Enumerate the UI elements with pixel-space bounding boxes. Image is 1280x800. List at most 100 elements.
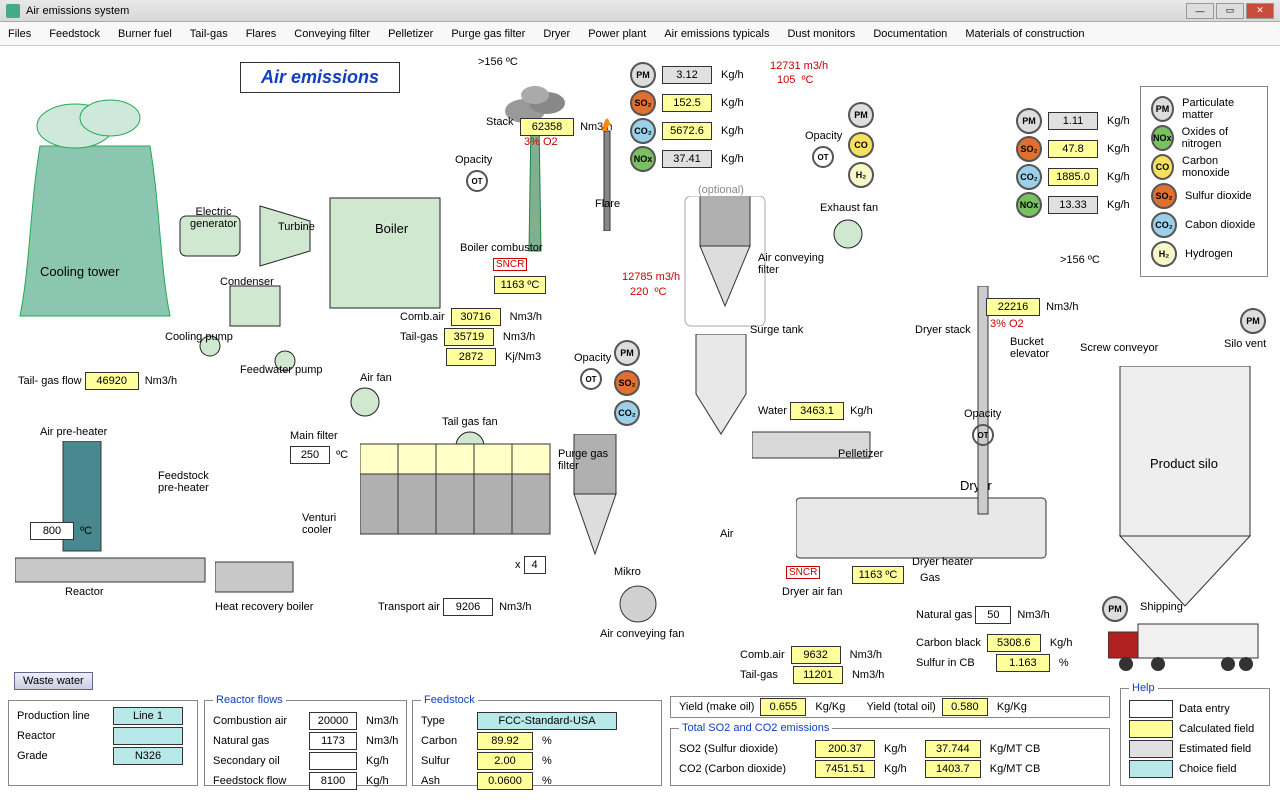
mainfilter-mult[interactable]: 4 [524,556,546,574]
stack-pm: 3.12 [662,66,712,84]
generator-label: Electric generator [190,206,237,230]
so2-icon: SO₂ [630,90,656,116]
cooling-tower-label: Cooling tower [40,264,120,279]
dryer-flow: 22216 [986,298,1040,316]
water-flow: 3463.1 [790,402,844,420]
dryer-tailgas: 11201 [793,666,843,684]
exhaust-fan-label: Exhaust fan [820,202,878,214]
opacity-label-4: Opacity [964,408,1001,420]
menu-power[interactable]: Power plant [588,28,646,40]
close-button[interactable]: ✕ [1246,3,1274,19]
dryer-airfan-label: Dryer air fan [782,586,843,598]
page-title: Air emissions [240,62,400,93]
so2-icon-2: SO₂ [614,370,640,396]
pm-icon: PM [630,62,656,88]
feedstock-ash: 0.0600 [477,772,533,790]
rf-secoil[interactable] [309,752,357,770]
dryer-so2: 47.8 [1048,140,1098,158]
optional-label: (optional) [698,184,744,196]
window-title: Air emissions system [26,5,129,17]
reactor-temp[interactable]: 800 [30,522,74,540]
dryer-top-temp: >156 ºC [1060,254,1100,266]
carbon-black: 5308.6 [987,634,1041,652]
reactor-choice[interactable] [113,727,183,745]
totals-panel: Total SO2 and CO2 emissions SO2 (Sulfur … [670,722,1110,786]
menu-materials[interactable]: Materials of construction [965,28,1084,40]
stack-icon [505,81,565,261]
dryer-temp: 1163 ºC [852,566,904,584]
nox-icon: NOx [630,146,656,172]
title-bar: Air emissions system — ▭ ✕ [0,0,1280,22]
dryer-nox: 13.33 [1048,196,1098,214]
boiler-combustor-label: Boiler combustor [460,242,543,254]
main-filter-label: Main filter [290,430,338,442]
stack-flow: 62358 [520,118,574,136]
menu-dryer[interactable]: Dryer [543,28,570,40]
menu-purge[interactable]: Purge gas filter [451,28,525,40]
production-line[interactable]: Line 1 [113,707,183,725]
screw-label: Screw conveyor [1080,342,1158,354]
mikro-icon [616,582,662,628]
exhaust-fan-icon [828,216,868,252]
transport-air[interactable]: 9206 [443,598,493,616]
bucket-label: Bucket elevator [1010,336,1049,360]
air-fan-icon [345,384,385,420]
menu-tailgas[interactable]: Tail-gas [190,28,228,40]
hrb-label: Heat recovery boiler [215,601,313,613]
co2-icon: CO₂ [630,118,656,144]
rf-combair[interactable]: 20000 [309,712,357,730]
opacity-label-3: Opacity [805,130,842,142]
main-filter-icon [360,434,560,574]
diagram-canvas: Air emissions Cooling tower Electric gen… [0,46,1280,800]
feedstock-sulfur: 2.00 [477,752,533,770]
yield-makeoil: 0.655 [760,698,806,716]
boiler-label: Boiler [375,221,408,236]
menu-convfilter[interactable]: Conveying filter [294,28,370,40]
flare-label: Flare [595,198,620,210]
purge-label: Purge gas filter [558,448,608,472]
opacity-label-1: Opacity [455,154,492,166]
badge-legend: PMParticulate matter NOxOxides of nitrog… [1140,86,1268,277]
ot-icon-4: OT [972,424,994,446]
feedstock-panel: Feedstock TypeFCC-Standard-USA Carbon89.… [412,694,662,786]
menu-dust[interactable]: Dust monitors [787,28,855,40]
menu-flares[interactable]: Flares [246,28,277,40]
rf-natgas[interactable]: 1173 [309,732,357,750]
stack-o2: 3% O2 [524,136,558,148]
pelletizer-icon [752,426,872,466]
reactor-flows-panel: Reactor flows Combustion air20000Nm3/h N… [204,694,407,786]
shipping-label: Shipping [1140,601,1183,613]
ot-icon: OT [466,170,488,192]
nox-icon-2: NOx [1016,192,1042,218]
rf-feedflow[interactable]: 8100 [309,772,357,790]
minimize-button[interactable]: — [1186,3,1214,19]
tailgas-flow: 46920 [85,372,139,390]
turbine-label: Turbine [278,221,315,233]
surge-label: Surge tank [750,324,803,336]
menu-bar: Files Feedstock Burner fuel Tail-gas Fla… [0,22,1280,46]
menu-files[interactable]: Files [8,28,31,40]
maximize-button[interactable]: ▭ [1216,3,1244,19]
pm-icon-3: PM [848,102,874,128]
air-label: Air [720,528,733,540]
menu-doc[interactable]: Documentation [873,28,947,40]
reactor-icon [15,546,215,596]
dryer-natgas[interactable]: 50 [975,606,1011,624]
menu-feedstock[interactable]: Feedstock [49,28,100,40]
feedstock-type[interactable]: FCC-Standard-USA [477,712,617,730]
help-legend: Help Data entry Calculated field Estimat… [1120,682,1270,786]
menu-typicals[interactable]: Air emissions typicals [664,28,769,40]
air-conv-filter-label: Air conveying filter [758,252,824,276]
stack-temp: >156 ºC [478,56,518,68]
grade-choice[interactable]: N326 [113,747,183,765]
menu-pelletizer[interactable]: Pelletizer [388,28,433,40]
boiler-temp: 1163 ºC [494,276,546,294]
condenser-label: Condenser [220,276,274,288]
dryer-combair: 9632 [791,646,841,664]
mainfilter-temp[interactable]: 250 [290,446,330,464]
opacity-label-2: Opacity [574,352,611,364]
waste-water-button[interactable]: Waste water [14,672,93,690]
menu-burner[interactable]: Burner fuel [118,28,172,40]
dryer-stack-label: Dryer stack [915,324,971,336]
feed-preheater-label: Feedstock pre-heater [158,470,209,494]
